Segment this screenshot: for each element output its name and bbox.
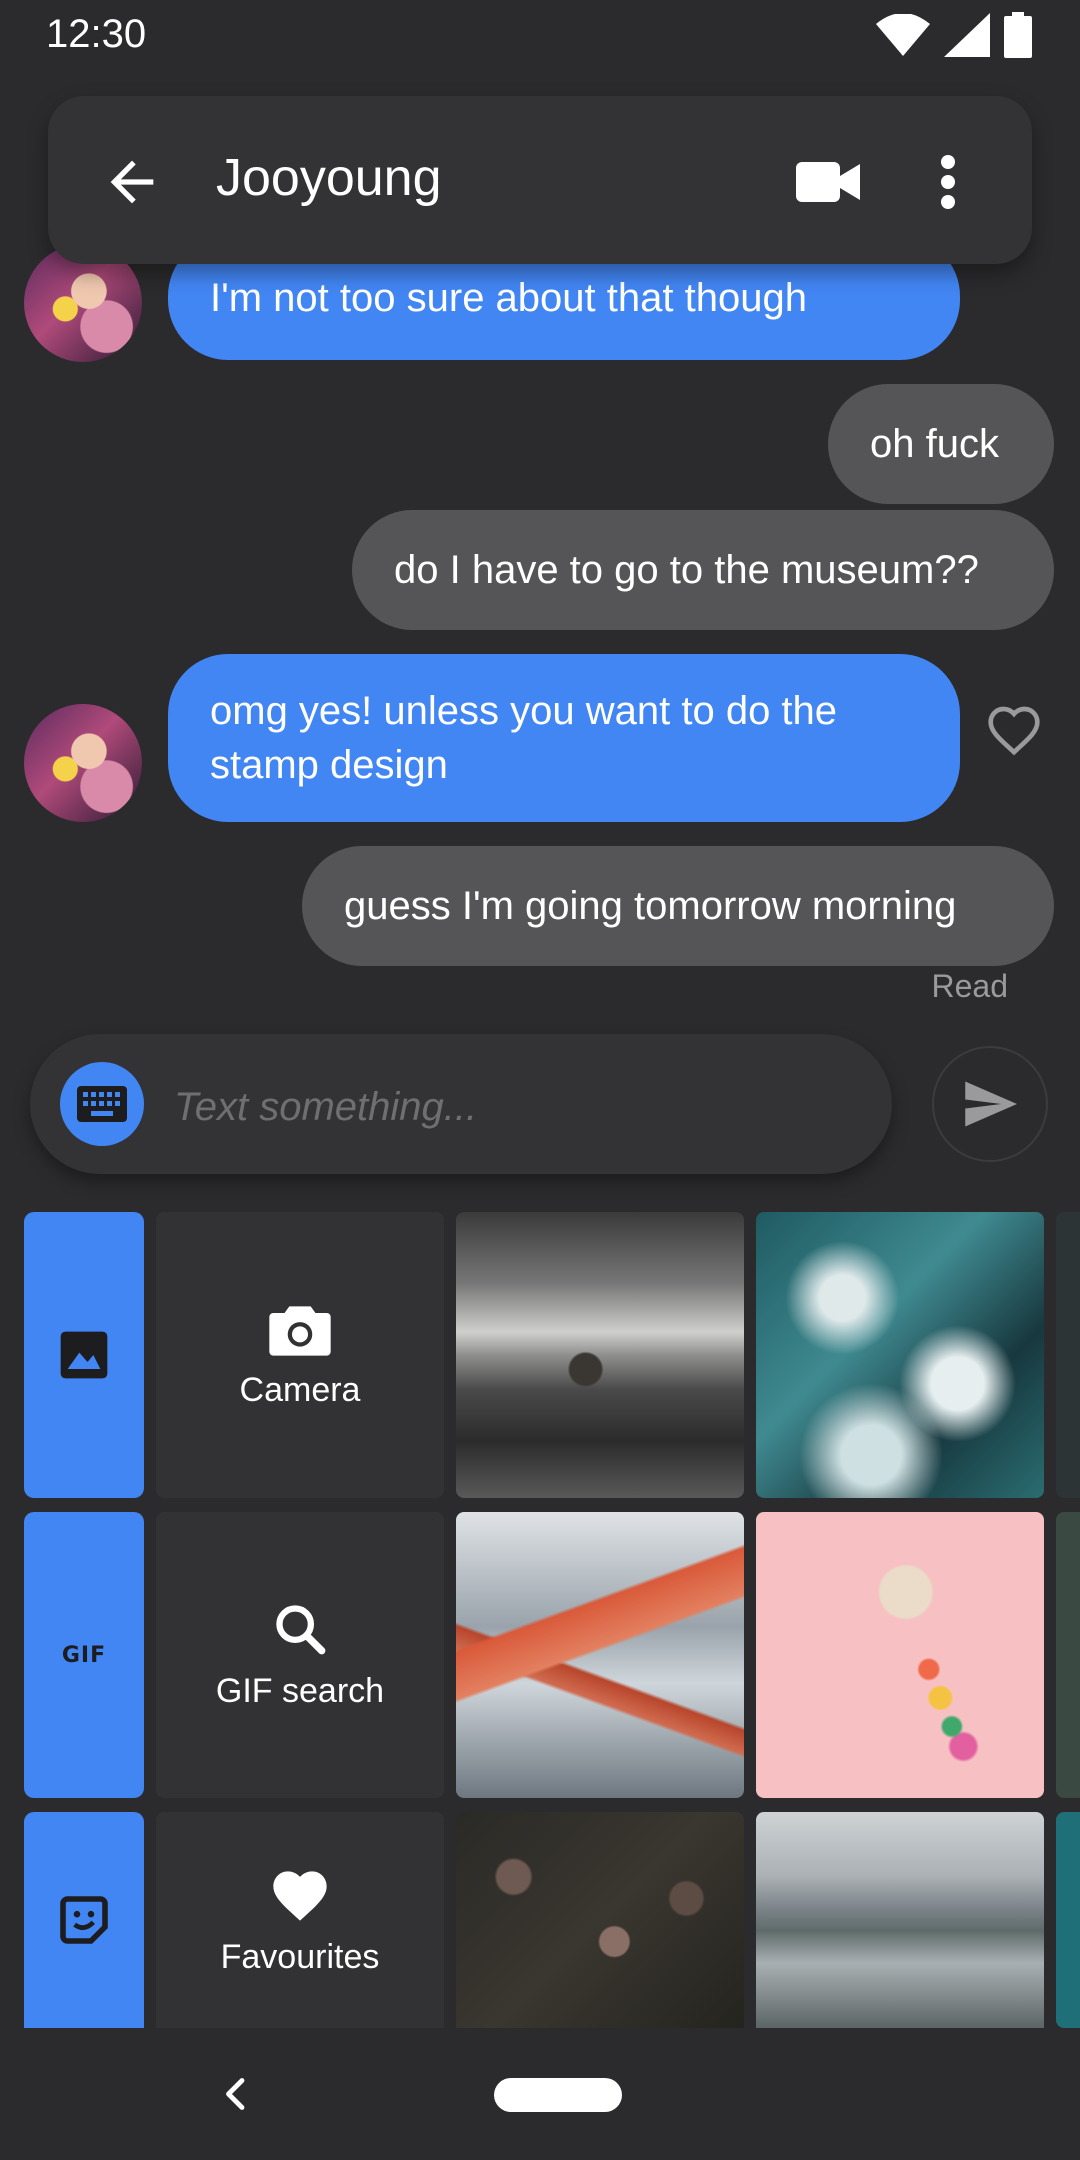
- video-call-icon[interactable]: [796, 158, 860, 206]
- gallery-photo[interactable]: [456, 1812, 744, 2028]
- heart-icon: [273, 1870, 327, 1921]
- search-icon: [276, 1604, 326, 1654]
- message-text: oh fuck: [870, 422, 999, 466]
- gallery-photo[interactable]: [1056, 1212, 1080, 1498]
- read-receipt: Read: [931, 968, 1009, 1004]
- tab-gif[interactable]: GIF: [24, 1512, 144, 1798]
- camera-label: Camera: [239, 1370, 361, 1409]
- message-text: omg yes! unless you want to do the stamp…: [210, 689, 838, 787]
- conversation-header: [48, 96, 1032, 264]
- message-bubble-outgoing[interactable]: oh fuck: [828, 384, 1054, 504]
- keyboard-toggle-button[interactable]: [60, 1062, 144, 1146]
- more-vert-icon[interactable]: [928, 154, 968, 210]
- gif-search-label: GIF search: [215, 1671, 385, 1710]
- gallery-photo[interactable]: [456, 1512, 744, 1798]
- gallery-photo[interactable]: [756, 1512, 1044, 1798]
- send-icon: [965, 1081, 1017, 1127]
- nav-back-icon[interactable]: [218, 2076, 254, 2112]
- gallery-photo[interactable]: [1056, 1812, 1080, 2028]
- gif-icon: GIF: [61, 1642, 107, 1668]
- gallery-photo[interactable]: [456, 1212, 744, 1498]
- send-button[interactable]: [932, 1046, 1048, 1162]
- message-text: I'm not too sure about that though: [210, 276, 807, 320]
- message-bubble-outgoing[interactable]: do I have to go to the museum??: [352, 510, 1054, 630]
- gallery-photo[interactable]: [1056, 1512, 1080, 1798]
- gallery-photo[interactable]: [756, 1812, 1044, 2028]
- cellular-signal-icon: [944, 13, 990, 57]
- message-text: guess I'm going tomorrow morning: [344, 884, 957, 928]
- home-pill[interactable]: [494, 2078, 622, 2112]
- status-time: 12:30: [46, 12, 147, 56]
- message-text: do I have to go to the museum??: [394, 548, 979, 592]
- tab-gallery[interactable]: [24, 1212, 144, 1498]
- battery-icon: [1004, 12, 1032, 58]
- favourites-button[interactable]: Favourites: [156, 1812, 444, 2028]
- favourites-label: Favourites: [220, 1937, 380, 1976]
- camera-button[interactable]: Camera: [156, 1212, 444, 1498]
- image-icon: [60, 1331, 108, 1379]
- keyboard-icon: [77, 1086, 127, 1122]
- message-bubble-outgoing[interactable]: guess I'm going tomorrow morning: [302, 846, 1054, 966]
- tab-stickers[interactable]: [24, 1812, 144, 2028]
- gif-search-button[interactable]: GIF search: [156, 1512, 444, 1798]
- message-input[interactable]: [172, 1076, 836, 1138]
- page-title: Jooyoung: [216, 149, 442, 207]
- heart-icon[interactable]: [986, 704, 1042, 756]
- sticker-icon: [60, 1896, 108, 1944]
- message-bubble-incoming[interactable]: omg yes! unless you want to do the stamp…: [168, 654, 960, 822]
- status-icons: [876, 12, 1032, 58]
- avatar[interactable]: [24, 704, 142, 822]
- gallery-photo[interactable]: [756, 1212, 1044, 1498]
- camera-icon: [269, 1305, 331, 1356]
- wifi-icon: [876, 14, 930, 56]
- status-bar: 12:30: [0, 0, 1080, 72]
- back-arrow-icon[interactable]: [100, 150, 164, 214]
